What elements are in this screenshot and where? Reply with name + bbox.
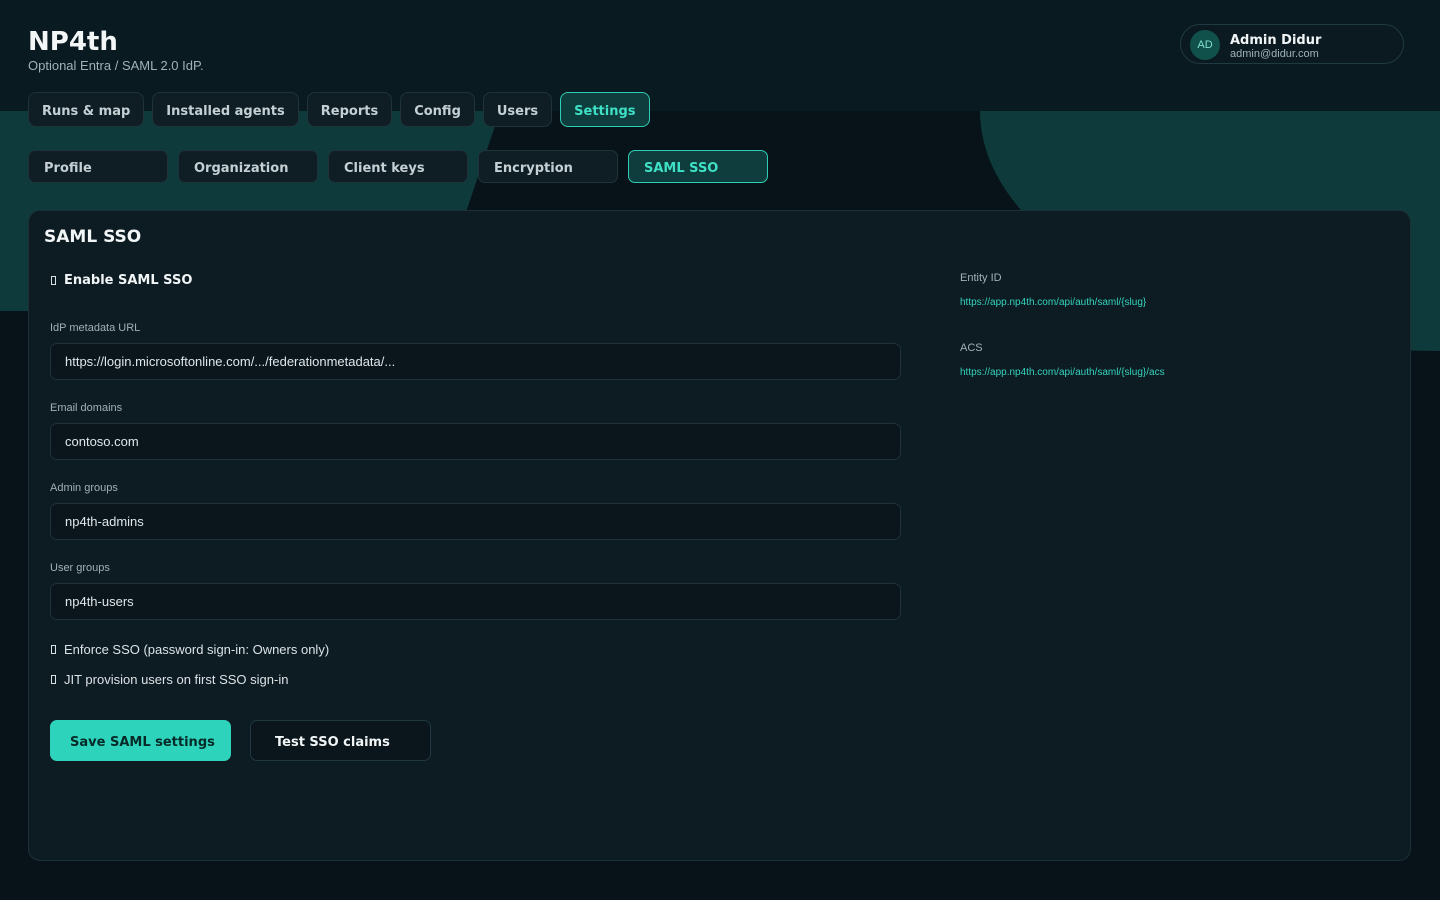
subtab-profile[interactable]: Profile bbox=[28, 150, 168, 183]
tab-config[interactable]: Config bbox=[400, 92, 475, 127]
user-name: Admin Didur bbox=[1230, 33, 1322, 48]
entity-id-value: https://app.np4th.com/api/auth/saml/{slu… bbox=[960, 297, 1147, 308]
panel-title: SAML SSO bbox=[44, 227, 142, 247]
email-domains-label: Email domains bbox=[50, 402, 123, 414]
user-groups-label: User groups bbox=[50, 562, 110, 574]
admin-groups-input[interactable]: np4th-admins bbox=[50, 503, 901, 540]
save-saml-button[interactable]: Save SAML settings bbox=[50, 720, 231, 761]
metadata-url-input[interactable]: https://login.microsoftonline.com/.../fe… bbox=[50, 343, 901, 380]
enforce-sso-row[interactable]: Enforce SSO (password sign-in: Owners on… bbox=[51, 642, 329, 657]
tab-users[interactable]: Users bbox=[482, 92, 553, 127]
main-tabs: Runs & map Installed agents Reports Conf… bbox=[28, 92, 650, 127]
user-menu[interactable]: AD Admin Didur admin@didur.com bbox=[1180, 24, 1404, 64]
user-email: admin@didur.com bbox=[1230, 48, 1319, 60]
acs-label: ACS bbox=[960, 342, 983, 354]
tab-settings[interactable]: Settings bbox=[560, 92, 650, 127]
subtab-saml-sso[interactable]: SAML SSO bbox=[628, 150, 768, 183]
enforce-sso-label: Enforce SSO (password sign-in: Owners on… bbox=[64, 642, 330, 657]
jit-provision-label: JIT provision users on first SSO sign-in bbox=[64, 672, 289, 687]
user-groups-input[interactable]: np4th-users bbox=[50, 583, 901, 620]
app-header: NP4th Optional Entra / SAML 2.0 IdP. bbox=[28, 26, 204, 73]
page: NP4th Optional Entra / SAML 2.0 IdP. AD … bbox=[0, 0, 1440, 900]
acs-value: https://app.np4th.com/api/auth/saml/{slu… bbox=[960, 367, 1165, 378]
app-title: NP4th bbox=[28, 27, 118, 57]
entity-id-label: Entity ID bbox=[960, 272, 1002, 284]
tab-runs-map[interactable]: Runs & map bbox=[28, 92, 145, 127]
subtab-client-keys[interactable]: Client keys bbox=[328, 150, 468, 183]
enable-saml-label: Enable SAML SSO bbox=[64, 273, 193, 288]
enforce-sso-checkbox[interactable] bbox=[51, 645, 56, 654]
test-sso-button[interactable]: Test SSO claims bbox=[250, 720, 431, 761]
admin-groups-label: Admin groups bbox=[50, 482, 118, 494]
app-subtitle: Optional Entra / SAML 2.0 IdP. bbox=[28, 58, 204, 73]
metadata-url-label: IdP metadata URL bbox=[50, 322, 141, 334]
email-domains-input[interactable]: contoso.com bbox=[50, 423, 901, 460]
jit-provision-checkbox[interactable] bbox=[51, 675, 56, 684]
saml-sso-panel: SAML SSO Enable SAML SSO IdP metadata UR… bbox=[28, 210, 1411, 861]
tab-reports[interactable]: Reports bbox=[306, 92, 393, 127]
subtab-organization[interactable]: Organization bbox=[178, 150, 318, 183]
enable-saml-row[interactable]: Enable SAML SSO bbox=[51, 273, 192, 288]
subtab-encryption[interactable]: Encryption bbox=[478, 150, 618, 183]
settings-sub-tabs: Profile Organization Client keys Encrypt… bbox=[28, 150, 768, 183]
avatar: AD bbox=[1190, 30, 1220, 60]
enable-saml-checkbox[interactable] bbox=[51, 276, 56, 285]
jit-provision-row[interactable]: JIT provision users on first SSO sign-in bbox=[51, 672, 288, 687]
tab-installed-agents[interactable]: Installed agents bbox=[152, 92, 299, 127]
